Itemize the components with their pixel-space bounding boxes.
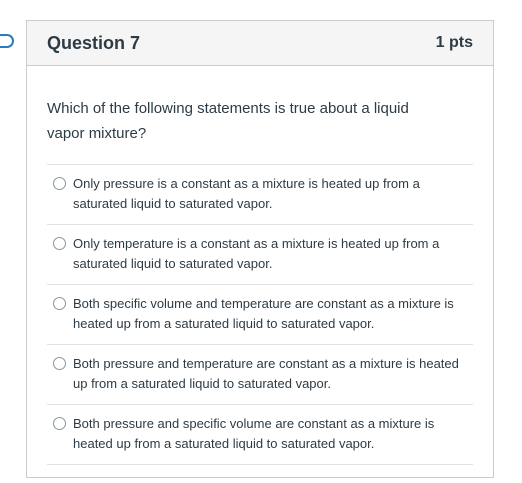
answer-option[interactable]: Both specific volume and temperature are… (47, 285, 473, 345)
question-body: Which of the following statements is tru… (27, 66, 493, 465)
question-card: Question 7 1 pts Which of the following … (26, 20, 494, 478)
radio-button[interactable] (53, 417, 66, 430)
radio-button[interactable] (53, 297, 66, 310)
bookmark-icon[interactable] (0, 34, 14, 48)
answer-option[interactable]: Both pressure and specific volume are co… (47, 405, 473, 465)
radio-button[interactable] (53, 177, 66, 190)
answer-label: Only temperature is a constant as a mixt… (73, 236, 440, 271)
answer-option[interactable]: Only temperature is a constant as a mixt… (47, 225, 473, 285)
answer-option[interactable]: Both pressure and temperature are consta… (47, 345, 473, 405)
answer-label: Only pressure is a constant as a mixture… (73, 176, 420, 211)
radio-button[interactable] (53, 357, 66, 370)
question-header: Question 7 1 pts (27, 21, 493, 66)
answer-list: Only pressure is a constant as a mixture… (47, 164, 473, 465)
question-points: 1 pts (435, 34, 473, 51)
answer-label: Both pressure and specific volume are co… (73, 416, 435, 451)
answer-label: Both specific volume and temperature are… (73, 296, 454, 331)
answer-label: Both pressure and temperature are consta… (73, 356, 459, 391)
question-title: Question 7 (47, 32, 141, 53)
answer-option[interactable]: Only pressure is a constant as a mixture… (47, 165, 473, 225)
radio-button[interactable] (53, 237, 66, 250)
question-text: Which of the following statements is tru… (47, 100, 409, 142)
